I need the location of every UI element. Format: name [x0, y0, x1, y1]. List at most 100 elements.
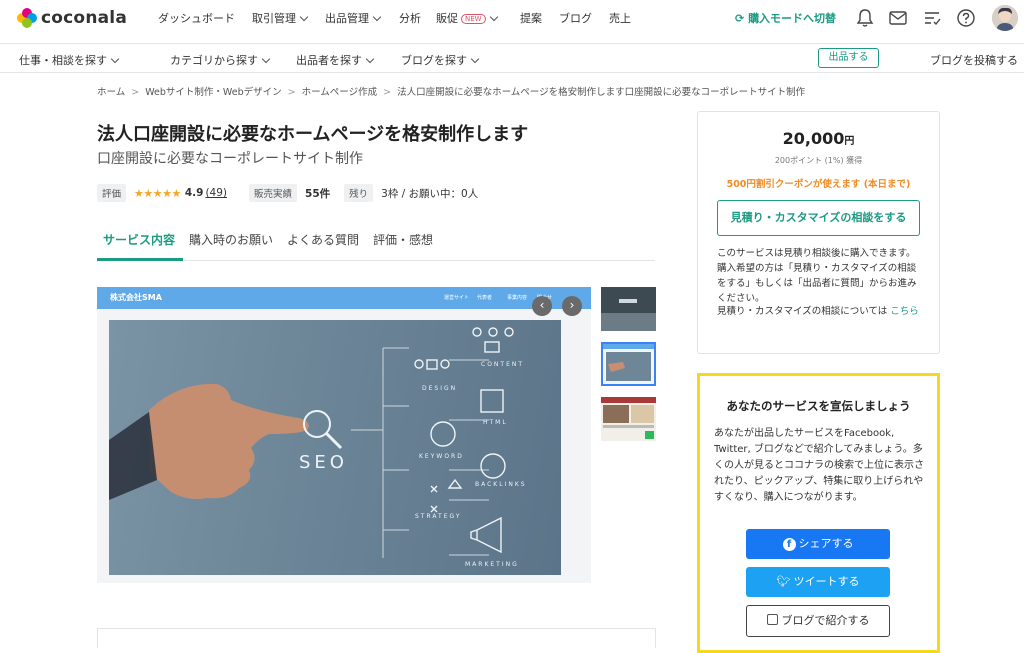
coconala-logo[interactable]: coconala — [17, 8, 127, 28]
breadcrumb-home[interactable]: ホーム — [97, 87, 125, 98]
blog-introduce-label: ブログで紹介する — [781, 614, 870, 627]
pointing-hand-icon — [149, 383, 309, 500]
review-count-link[interactable]: (49) — [205, 187, 227, 199]
breadcrumb-homepage[interactable]: ホームページ作成 — [302, 87, 378, 98]
nav-dashboard[interactable]: ダッシュボード — [158, 10, 235, 26]
chevron-right-icon: › — [569, 298, 575, 312]
mock-site-nav-item: 運営サイト — [444, 295, 470, 301]
subnav-find-work-label: 仕事・相談を探す — [19, 54, 107, 67]
sales-tag: 販売実績 — [249, 184, 298, 202]
nav-sales[interactable]: 売上 — [609, 10, 631, 26]
breadcrumb: ホーム > Webサイト制作・Webデザイン > ホームページ作成 > 法人口座開設に必要な… — [97, 84, 805, 98]
subnav-blog-label: ブログを探す — [401, 54, 467, 67]
nav-blog[interactable]: ブログ — [559, 10, 592, 26]
tab-reviews[interactable]: 評価・感想 — [373, 231, 433, 248]
points-earned: 200ポイント (1%) 獲得 — [774, 156, 863, 165]
seo-illustration: SEO CONTENT DESIGN HTML KEYWORD BACKLINK… — [109, 327, 527, 568]
twitter-tweet-button[interactable]: 🐦︎ ツイートする — [746, 567, 890, 597]
logo-mark-icon — [17, 8, 37, 28]
sales-value: 55件 — [305, 187, 331, 200]
avatar[interactable] — [992, 5, 1018, 31]
breadcrumb-separator: > — [287, 87, 296, 98]
nav-transactions-label: 取引管理 — [252, 12, 296, 25]
nav-analytics[interactable]: 分析 — [399, 10, 421, 26]
twitter-icon: 🐦︎ — [776, 575, 791, 588]
tab-purchase-requests[interactable]: 購入時のお願い — [189, 231, 273, 248]
buyer-mode-label: 購入モードへ切替 — [748, 12, 837, 25]
gallery-main-image[interactable]: 株式会社SMA 運営サイト 代表者 事業内容 問合せ SEO — [97, 287, 591, 583]
estimate-info-text: 見積り・カスタマイズの相談については — [717, 306, 888, 317]
rating-tag: 評価 — [97, 184, 127, 202]
strategy-label: STRATEGY — [415, 513, 462, 520]
service-meta: 評価 ★★★★★ 4.9 (49) 販売実績 55件 残り 3枠 / お願い中：… — [97, 183, 478, 203]
nav-promotion[interactable]: 販促 NEW — [436, 10, 498, 26]
page-title: 法人口座開設に必要なホームページを格安制作します — [97, 124, 529, 145]
mail-icon[interactable] — [887, 7, 909, 29]
coupon-notice: 500円割引クーポンが使えます (本日まで) — [726, 179, 911, 190]
content-card — [97, 628, 656, 648]
breadcrumb-current: 法人口座開設に必要なホームページを格安制作します口座開設に必要なコーポレートサイ… — [397, 87, 806, 98]
thumbnail-3[interactable] — [601, 397, 656, 441]
buyer-mode-switch[interactable]: ⟳ 購入モードへ切替 — [735, 10, 836, 26]
subnav-find-work[interactable]: 仕事・相談を探す — [19, 52, 120, 68]
tab-faq[interactable]: よくある質問 — [287, 231, 359, 248]
promo-title: あなたのサービスを宣伝しましょう — [726, 399, 911, 413]
mock-site-nav-item: 事業内容 — [507, 295, 528, 301]
list-service-button[interactable]: 出品する — [818, 48, 879, 68]
thumbnail-2-selected[interactable] — [601, 342, 656, 386]
backlinks-label: BACKLINKS — [475, 481, 527, 488]
subnav-blog[interactable]: ブログを探す — [401, 52, 480, 68]
checklist-icon[interactable] — [921, 7, 943, 29]
chevron-left-icon: ‹ — [539, 298, 545, 312]
blog-introduce-button[interactable]: ブログで紹介する — [746, 605, 890, 637]
hero-image: SEO CONTENT DESIGN HTML KEYWORD BACKLINK… — [109, 320, 561, 575]
gallery-next-button[interactable]: › — [562, 296, 582, 316]
active-tab-indicator — [97, 258, 183, 261]
bell-icon[interactable] — [854, 7, 876, 29]
estimate-consult-button[interactable]: 見積り・カスタマイズの相談をする — [717, 200, 920, 236]
estimate-info-link[interactable]: こちら — [890, 306, 919, 317]
price: 20,000円 — [698, 129, 939, 148]
service-tabs: サービス内容 購入時のお願い よくある質問 評価・感想 — [97, 225, 655, 261]
post-blog-link[interactable]: ブログを投稿する — [930, 52, 1018, 68]
html-label: HTML — [483, 419, 508, 426]
star-rating-icon: ★★★★★ — [134, 186, 181, 200]
promote-service-panel: あなたのサービスを宣伝しましょう あなたが出品したサービスをFacebook, … — [697, 373, 940, 653]
tab-service-details[interactable]: サービス内容 — [103, 231, 175, 248]
thumbnail-image — [601, 397, 656, 441]
rss-icon — [766, 614, 778, 625]
purchase-panel: 20,000円 200ポイント (1%) 獲得 500円割引クーポンが使えます … — [697, 111, 940, 354]
help-icon[interactable] — [955, 7, 977, 29]
mock-site-name: 株式会社SMA — [110, 293, 162, 302]
breadcrumb-separator: > — [131, 87, 140, 98]
page-subtitle: 口座開設に必要なコーポレートサイト制作 — [97, 151, 363, 167]
logo-text: coconala — [41, 8, 127, 28]
seo-label: SEO — [299, 452, 348, 473]
subnav-seller[interactable]: 出品者を探す — [296, 52, 375, 68]
breadcrumb-web[interactable]: Webサイト制作・Webデザイン — [145, 87, 281, 98]
thumbnail-1[interactable] — [601, 287, 656, 331]
chevron-down-icon — [489, 12, 498, 22]
subnav-seller-label: 出品者を探す — [296, 54, 362, 67]
rating-value: 4.9 — [184, 187, 204, 199]
chevron-down-icon — [470, 54, 480, 64]
price-currency: 円 — [844, 136, 855, 147]
chevron-down-icon — [299, 12, 309, 22]
sleeve-icon — [109, 412, 157, 500]
remaining-tag: 残り — [344, 184, 374, 202]
top-bar: coconala ダッシュボード 取引管理 出品管理 分析 販促 NEW 提案 ブ… — [0, 0, 1024, 38]
facebook-share-button[interactable]: f シェアする — [746, 529, 890, 559]
new-badge: NEW — [461, 14, 486, 24]
mock-site-header: 株式会社SMA 運営サイト 代表者 事業内容 問合せ — [97, 287, 591, 309]
nav-transactions[interactable]: 取引管理 — [252, 10, 309, 26]
purchase-note: このサービスは見積り相談後に購入できます。購入希望の方は「見積り・カスタマイズの… — [717, 248, 917, 304]
thumbnail-image — [603, 344, 654, 384]
avatar-image — [992, 5, 1018, 31]
nav-listings[interactable]: 出品管理 — [325, 10, 382, 26]
chevron-down-icon — [261, 54, 271, 64]
subnav-category[interactable]: カテゴリから探す — [170, 52, 271, 68]
nav-proposals[interactable]: 提案 — [520, 10, 542, 26]
facebook-share-label: シェアする — [798, 537, 854, 550]
estimate-info: 見積り・カスタマイズの相談については こちら — [717, 304, 922, 319]
gallery-prev-button[interactable]: ‹ — [532, 296, 552, 316]
